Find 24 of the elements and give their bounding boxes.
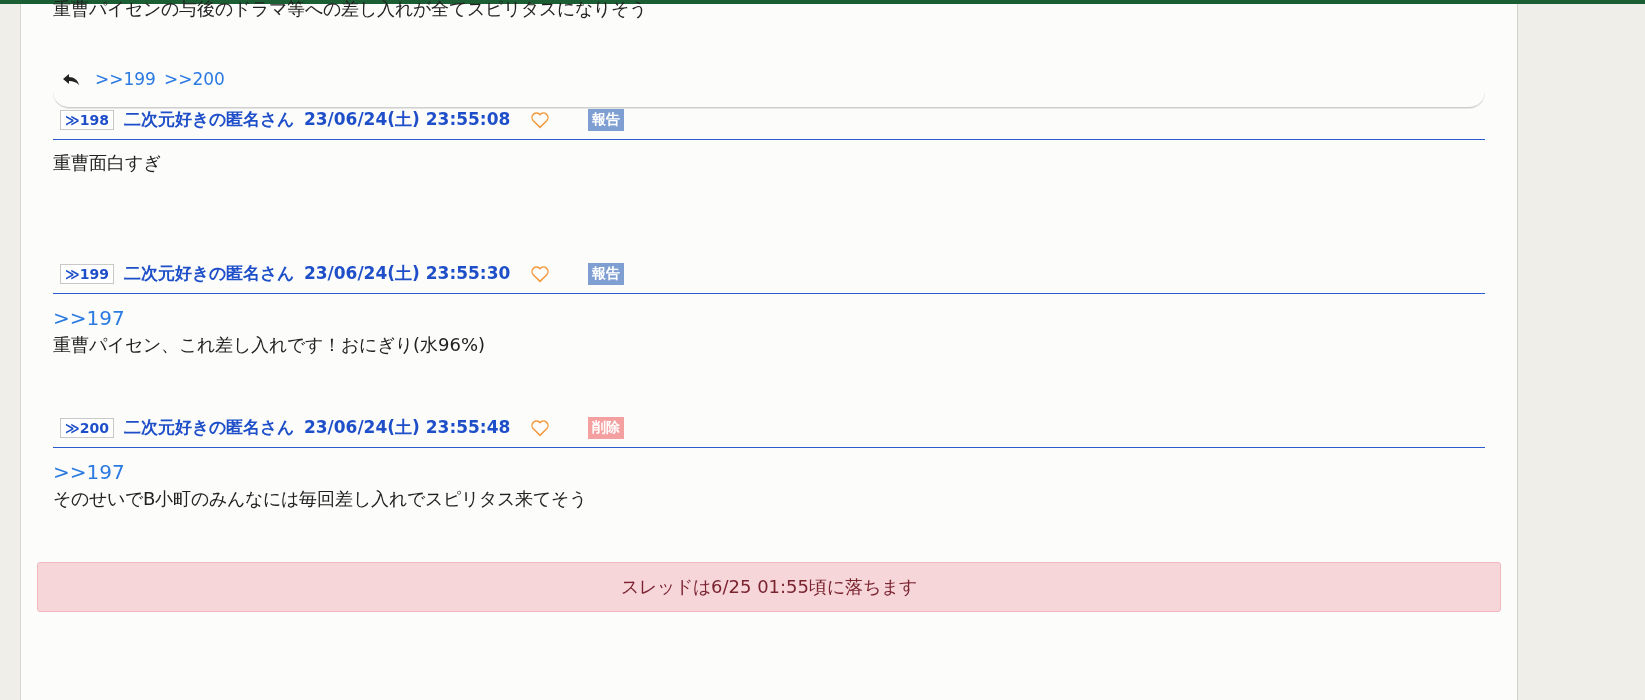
poster-name: 二次元好きの匿名さん	[123, 262, 294, 285]
heart-icon[interactable]	[530, 110, 551, 129]
post-date: 23/06/24(土) 23:55:48	[303, 416, 511, 439]
poster-name: 二次元好きの匿名さん	[123, 108, 294, 131]
post-date: 23/06/24(土) 23:55:30	[303, 262, 511, 285]
post-text: そのせいでB小町のみんなには毎回差し入れでスピリタス来てそう	[53, 487, 589, 511]
heart-icon[interactable]	[530, 418, 551, 437]
reply-icon	[61, 71, 81, 86]
post-text: 重曹パイセンの与後のドラマ等への差し入れが全てスピリタスになりそう	[53, 0, 648, 21]
thread-expiry-notice: スレッドは6/25 01:55頃に落ちます	[37, 562, 1501, 612]
report-button[interactable]: 報告	[588, 262, 625, 285]
reply-link[interactable]: >>199	[95, 68, 156, 89]
post-date: 23/06/24(土) 23:55:08	[303, 108, 511, 131]
poster-name: 二次元好きの匿名さん	[123, 416, 294, 439]
reply-anchor-link[interactable]: >>197	[53, 458, 125, 486]
post-number[interactable]: ≫198	[60, 109, 114, 130]
reply-link[interactable]: >>200	[163, 68, 225, 89]
heart-icon[interactable]	[530, 264, 551, 283]
post-text: 重曹パイセン、これ差し入れです！おにぎり(水96%)	[53, 333, 487, 357]
post-text: 重曹面白すぎ	[53, 151, 162, 175]
post-number[interactable]: ≫199	[60, 263, 114, 284]
reply-anchor-link[interactable]: >>197	[53, 304, 125, 332]
report-button[interactable]: 報告	[588, 108, 625, 131]
post-number[interactable]: ≫200	[60, 417, 114, 438]
